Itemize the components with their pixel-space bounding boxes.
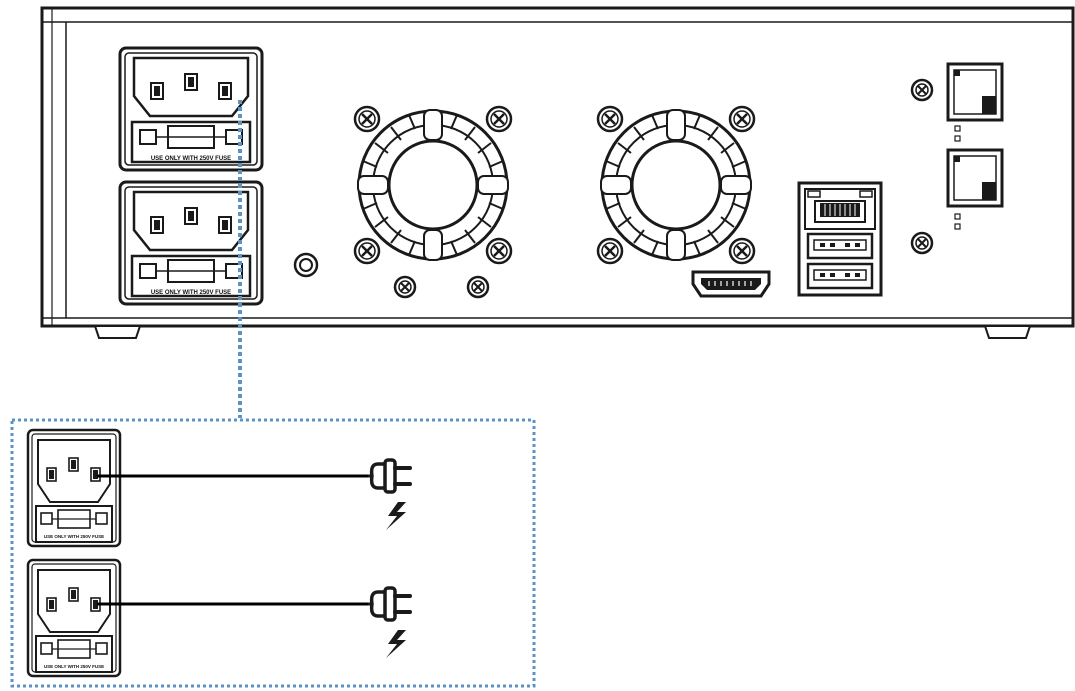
rj45-port-icon: [804, 188, 876, 230]
rear-panel-diagram: USE ONLY WITH 250V FUSE USE ONLY WITH 25…: [10, 6, 1075, 688]
detail-power-inlet-1-icon: USE ONLY WITH 250V FUSE: [26, 428, 122, 548]
power-plug-2-icon: [366, 586, 412, 622]
fan-1-icon: [353, 105, 513, 265]
fan-2-icon: [596, 105, 756, 265]
lightning-2-icon: [386, 630, 406, 658]
svg-text:USE ONLY WITH 250V FUSE: USE ONLY WITH 250V FUSE: [151, 290, 231, 296]
ground-terminal-icon: [293, 252, 319, 278]
svg-text:USE ONLY WITH 250V FUSE: USE ONLY WITH 250V FUSE: [151, 156, 231, 162]
usb-port-2-icon: [806, 262, 874, 290]
hdmi-port-icon: [691, 270, 771, 298]
lightning-1-icon: [386, 502, 406, 530]
network-usb-block: [797, 181, 883, 297]
usb-port-1-icon: [806, 232, 874, 260]
power-plug-1-icon: [366, 458, 412, 494]
svg-text:USE ONLY WITH 250V FUSE: USE ONLY WITH 250V FUSE: [44, 664, 104, 669]
svg-text:USE ONLY WITH 250V FUSE: USE ONLY WITH 250V FUSE: [44, 534, 104, 539]
detail-callout: USE ONLY WITH 250V FUSE USE ONLY WITH 25…: [10, 418, 536, 688]
detail-power-inlet-2-icon: USE ONLY WITH 250V FUSE: [26, 558, 122, 678]
